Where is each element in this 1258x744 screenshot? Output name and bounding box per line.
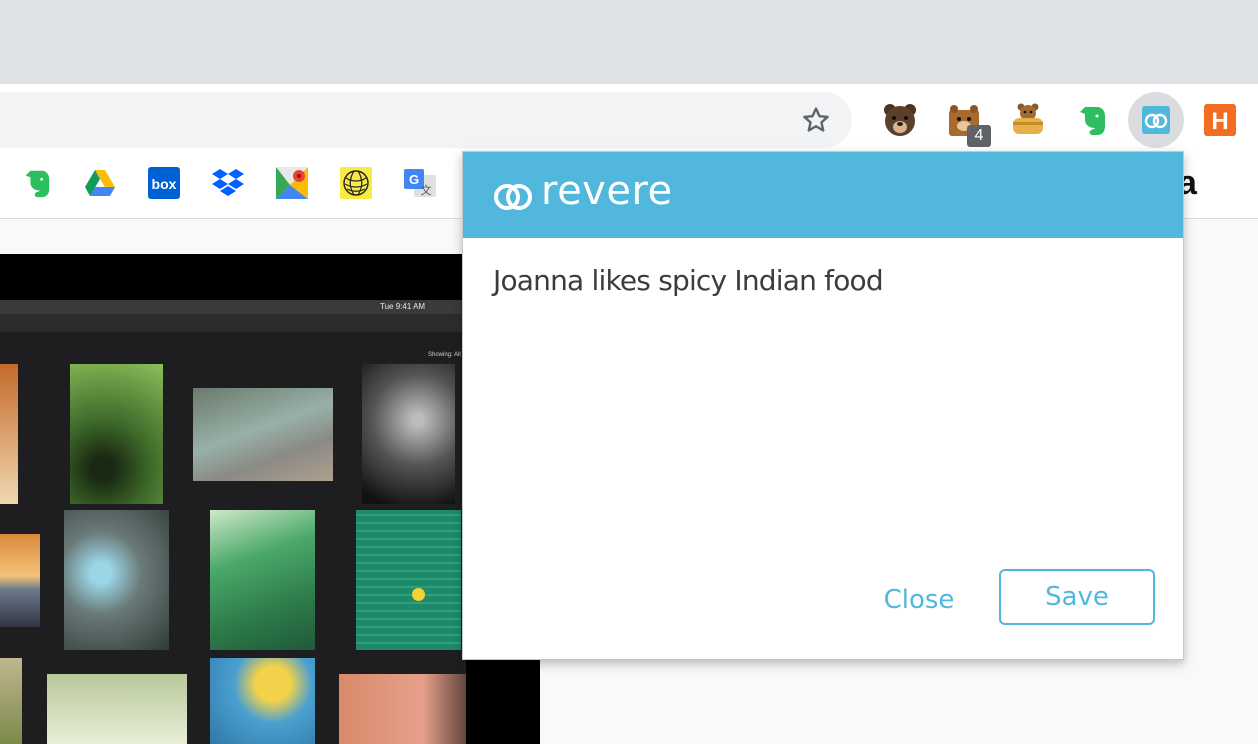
extension-badge: 4 [967,125,991,147]
photo-thumbnail[interactable] [47,674,187,744]
close-button[interactable]: Close [873,572,965,628]
showing-label: Showing: All [428,352,461,358]
photos-toolbar [0,314,466,332]
google-maps-icon [276,167,308,199]
revere-extension-icon[interactable] [1128,92,1184,148]
photo-thumbnail[interactable] [0,534,40,627]
photo-thumbnail[interactable] [64,510,169,650]
bookmark-dropbox[interactable] [211,166,245,200]
popup-header: revere [463,152,1183,238]
globe-icon [340,167,372,199]
photo-thumbnail[interactable] [0,658,22,744]
bookmark-box[interactable]: box [147,166,181,200]
bookmark-google-maps[interactable] [275,166,309,200]
note-text[interactable]: Joanna likes spicy Indian food [493,264,884,297]
bookmark-google-drive[interactable] [83,166,117,200]
photo-thumbnail[interactable] [339,674,479,744]
bear-extension-icon[interactable] [880,100,920,140]
photo-thumbnail[interactable] [0,364,18,504]
address-bar[interactable] [0,92,852,148]
honeybear-extension-icon[interactable] [1008,100,1048,140]
photo-thumbnail[interactable] [193,388,333,481]
evernote-icon [25,170,50,198]
photo-thumbnail[interactable] [210,510,315,650]
bookmark-evernote[interactable] [20,166,54,200]
svg-text:文: 文 [421,183,432,197]
embedded-screenshot: Tue 9:41 AM Showing: All [0,254,540,744]
photo-thumbnail[interactable] [70,364,163,504]
google-drive-icon [85,170,115,196]
revere-popup: revere Joanna likes spicy Indian food Cl… [462,151,1184,660]
box-icon: box [148,167,180,199]
photo-thumbnail[interactable] [210,658,315,744]
bookmark-star-icon[interactable] [800,104,832,136]
photo-thumbnail[interactable] [362,364,455,504]
google-translate-icon: G 文 [404,169,436,197]
bookmark-google-translate[interactable]: G 文 [403,166,437,200]
photo-thumbnail[interactable] [356,510,461,650]
tab-strip [0,0,1258,84]
evernote-extension-icon[interactable] [1072,100,1112,140]
dropbox-icon [212,169,244,196]
photo-detail-ball [412,588,425,601]
revere-brand-name: revere [541,168,673,214]
honey-extension-icon[interactable]: H [1200,100,1240,140]
svg-text:box: box [152,176,177,192]
svg-text:H: H [1211,108,1228,135]
svg-text:G: G [409,172,419,187]
save-button[interactable]: Save [999,569,1155,625]
revere-logo-icon [494,184,532,210]
menubar-clock: Tue 9:41 AM [380,302,426,311]
bookmark-globe[interactable] [339,166,373,200]
